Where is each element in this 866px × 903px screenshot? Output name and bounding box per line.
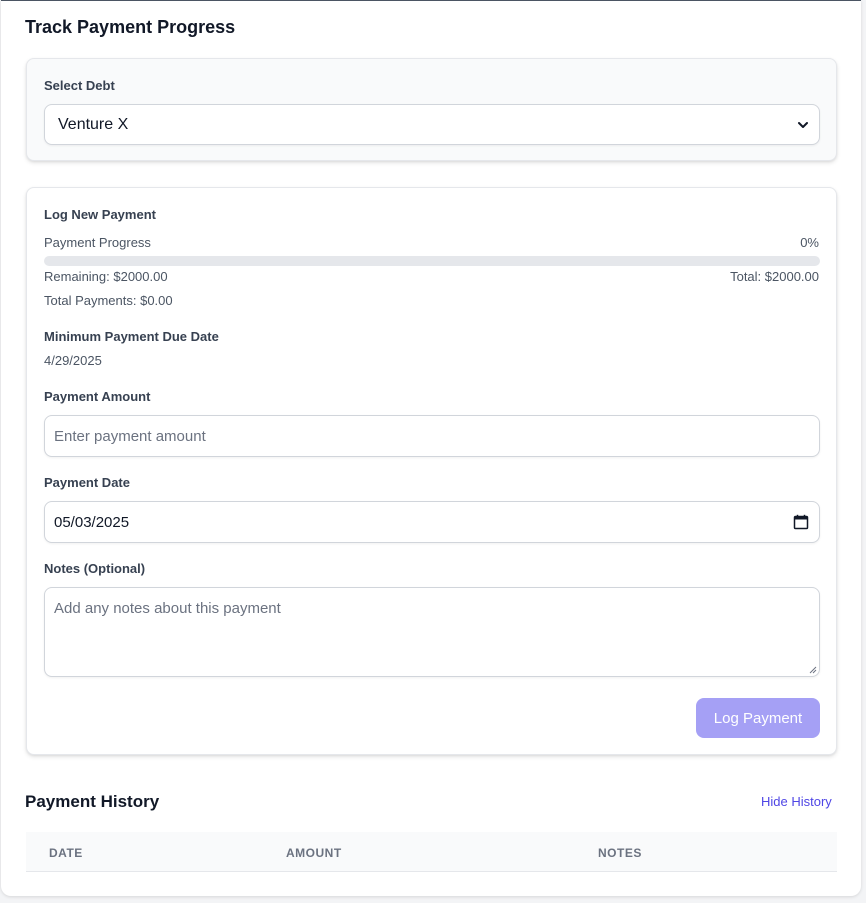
total-payments: Total Payments: $0.00 [44,293,173,308]
payment-amount-placeholder: Enter payment amount [54,428,206,445]
payment-date-value: 05/03/2025 [54,514,130,531]
chevron-down-icon [798,122,808,128]
progress-percent: 0% [800,235,819,250]
total-amount: Total: $2000.00 [730,269,819,284]
progress-bar [44,256,820,266]
payment-amount-label: Payment Amount [44,389,151,404]
debt-select[interactable]: Venture X [44,104,820,145]
notes-label: Notes (Optional) [44,561,146,576]
due-date-value: 4/29/2025 [44,353,102,368]
log-payment-button[interactable]: Log Payment [696,698,820,738]
remaining-amount: Remaining: $2000.00 [44,269,168,284]
debt-select-value: Venture X [58,116,129,133]
column-header-amount: AMOUNT [286,846,342,860]
payment-date-input[interactable]: 05/03/2025 [44,501,820,543]
notes-placeholder: Add any notes about this payment [54,600,281,617]
select-debt-card: Select Debt Venture X [26,58,837,161]
hide-history-link[interactable]: Hide History [761,794,832,809]
resize-handle-icon[interactable] [809,666,817,674]
column-header-date: DATE [49,846,83,860]
log-payment-heading: Log New Payment [44,207,156,222]
history-table-header: DATE AMOUNT NOTES [26,832,837,872]
progress-label: Payment Progress [44,235,151,250]
payment-amount-input[interactable]: Enter payment amount [44,415,820,457]
payment-tracker-panel: Track Payment Progress Select Debt Ventu… [1,0,861,896]
payment-history-title: Payment History [25,792,160,811]
column-header-notes: NOTES [598,846,642,860]
calendar-icon[interactable] [793,514,809,530]
payment-date-label: Payment Date [44,475,130,490]
page-title: Track Payment Progress [25,17,236,37]
log-payment-card: Log New Payment Payment Progress 0% Rema… [26,187,837,755]
select-debt-label: Select Debt [44,78,115,93]
notes-textarea[interactable]: Add any notes about this payment [44,587,820,677]
due-date-label: Minimum Payment Due Date [44,329,219,344]
